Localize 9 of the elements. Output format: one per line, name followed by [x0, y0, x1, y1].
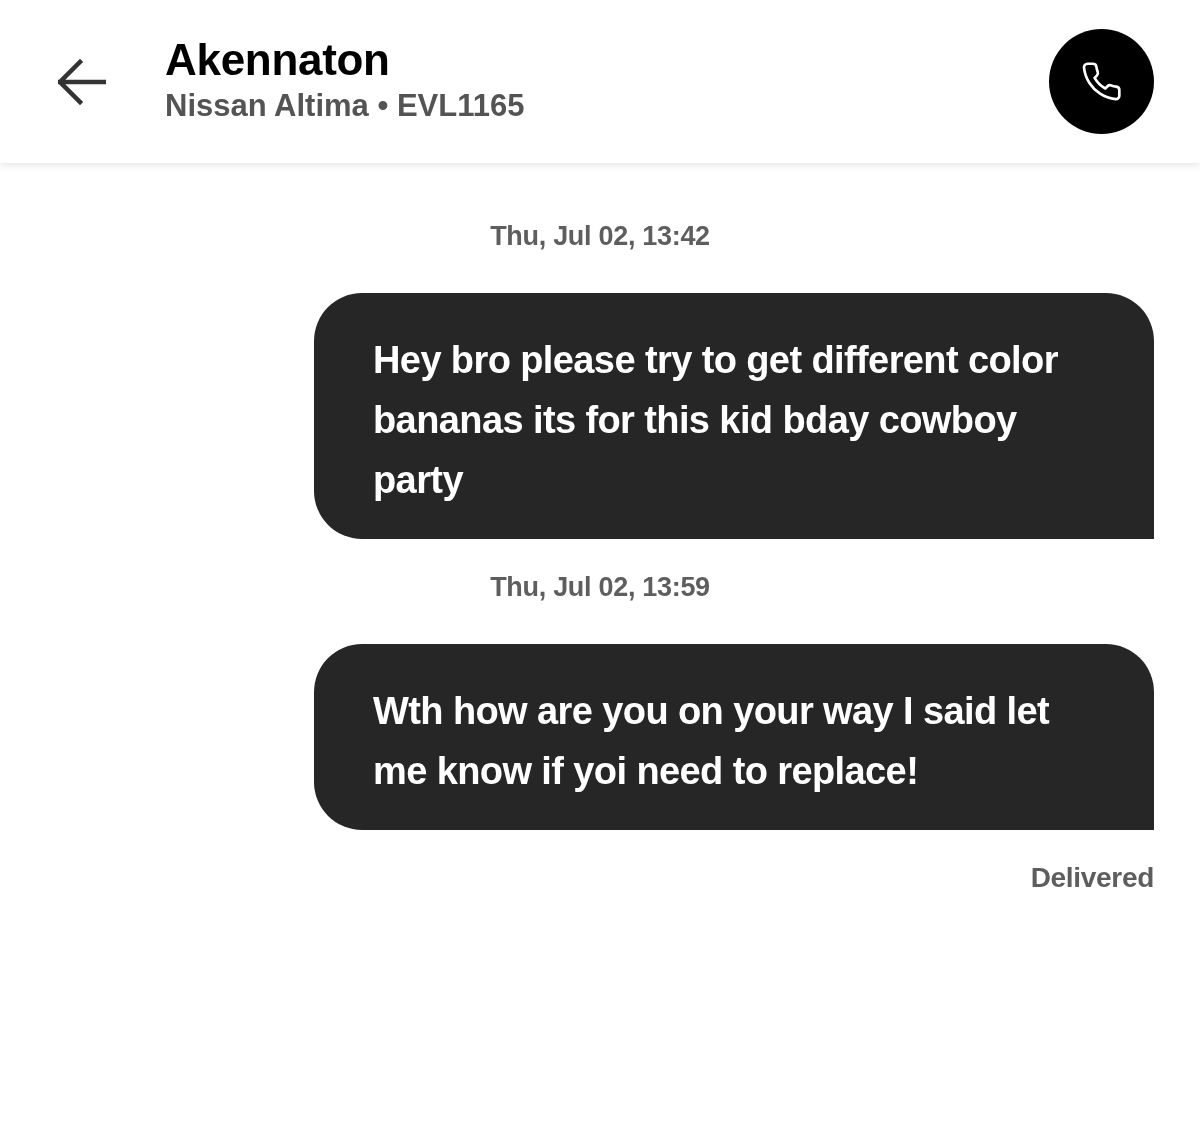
- message-bubble: Wth how are you on your way I said let me know if yoi need to replace!: [314, 644, 1154, 830]
- delivery-status: Delivered: [1030, 863, 1154, 893]
- left-arrow-icon: [58, 57, 106, 106]
- message-timestamp: Thu, Jul 02, 13:42: [490, 221, 710, 251]
- message-timestamp: Thu, Jul 02, 13:59: [490, 572, 710, 602]
- vehicle-info: Nissan Altima • EVL1165: [165, 87, 525, 124]
- contact-name: Akennaton: [165, 35, 390, 84]
- phone-icon: [1081, 61, 1122, 102]
- message-bubble: Hey bro please try to get different color bananas its for this kid bday cowboy party: [314, 293, 1154, 539]
